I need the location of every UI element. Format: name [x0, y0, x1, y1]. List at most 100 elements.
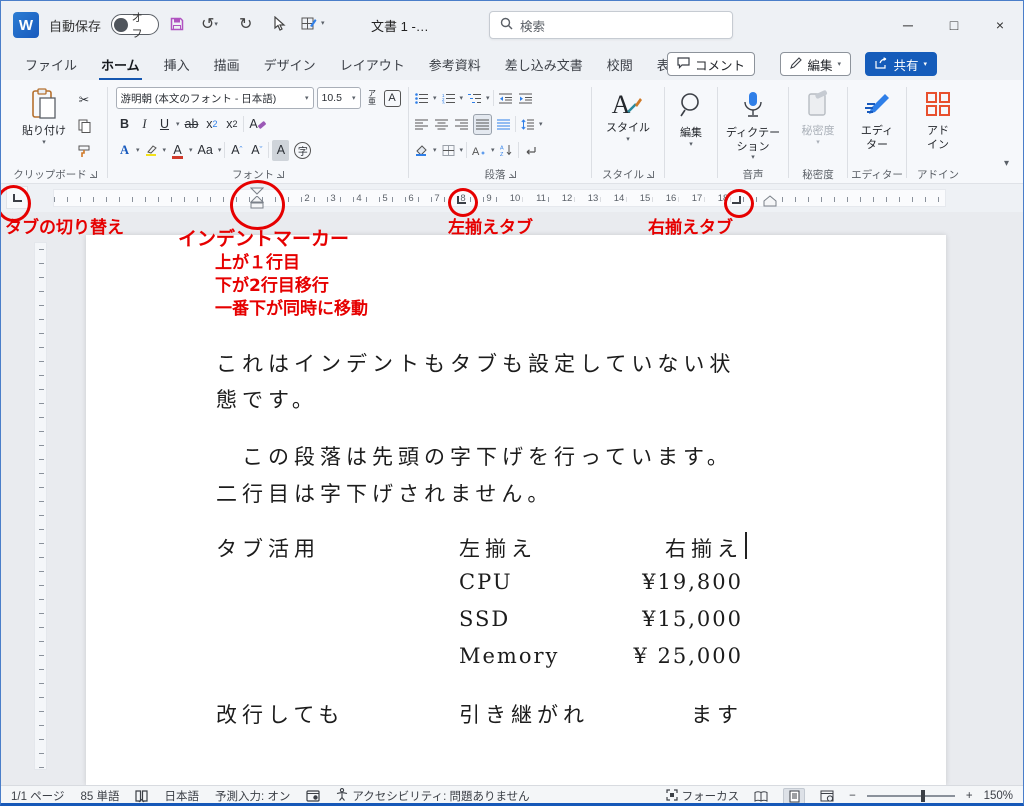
hanging-indent-marker[interactable] — [250, 196, 264, 209]
increase-indent-button[interactable] — [517, 88, 534, 109]
distribute-button[interactable] — [495, 114, 512, 135]
chevron-down-icon: ▾ — [539, 121, 543, 128]
change-case-button[interactable]: Aa — [196, 140, 215, 161]
dictation-button[interactable]: ディクテーション ▾ — [717, 85, 789, 164]
undo-button[interactable]: ↺▾ — [201, 14, 218, 34]
horizontal-ruler[interactable]: 23456789101112131415161718 — [53, 189, 946, 207]
font-size-select[interactable]: 10.5 ▾ — [317, 87, 361, 109]
show-formatting-marks-button[interactable] — [522, 140, 539, 161]
justify-button[interactable] — [473, 114, 492, 135]
language-indicator[interactable]: 日本語 — [164, 788, 199, 804]
search-input[interactable]: 検索 — [489, 11, 733, 39]
chevron-down-icon: ▾ — [163, 147, 167, 154]
strikethrough-button[interactable]: ab — [183, 114, 201, 135]
vertical-ruler[interactable] — [34, 242, 47, 770]
align-right-button[interactable] — [453, 114, 470, 135]
page-indicator[interactable]: 1/1 ページ — [11, 788, 64, 804]
clipboard-dialog-launcher[interactable] — [90, 171, 97, 178]
first-line-indent-marker[interactable] — [250, 187, 264, 195]
borders-button[interactable] — [440, 140, 457, 161]
clear-formatting-button[interactable]: A — [247, 114, 268, 135]
zoom-out-button[interactable]: − — [849, 790, 856, 802]
tab-design[interactable]: デザイン — [252, 50, 328, 79]
focus-mode-button[interactable]: フォーカス — [666, 788, 740, 804]
share-button[interactable]: 共有 ▾ — [865, 52, 937, 76]
decrease-indent-button[interactable] — [497, 88, 514, 109]
superscript-button[interactable]: x2 — [223, 114, 240, 135]
accessibility-status[interactable]: アクセシビリティ: 問題ありません — [336, 788, 529, 804]
redo-button[interactable]: ↻ — [239, 14, 252, 34]
print-layout-button[interactable] — [783, 788, 805, 805]
maximize-button[interactable]: □ — [931, 1, 977, 49]
shading-button[interactable] — [413, 140, 430, 161]
multilevel-list-button[interactable] — [466, 88, 483, 109]
line-spacing-button[interactable] — [519, 114, 536, 135]
tab-review[interactable]: 校閲 — [595, 50, 645, 79]
character-shading-button[interactable]: A — [272, 140, 289, 161]
subscript-button[interactable]: x2 — [203, 114, 220, 135]
table-row-c3: ¥ 25,000 — [501, 644, 743, 668]
editing-button[interactable]: 編集 ▾ — [673, 85, 709, 151]
tab-insert[interactable]: 挿入 — [152, 50, 202, 79]
table-draw-icon[interactable]: ▾ — [301, 16, 325, 31]
editing-mode-button[interactable]: 編集 ▾ — [780, 52, 851, 76]
character-border-button[interactable]: A — [384, 90, 401, 107]
enclose-characters-button[interactable]: 字 — [292, 140, 313, 161]
close-button[interactable]: × — [977, 1, 1023, 49]
save-icon[interactable] — [169, 16, 185, 32]
proofing-icon[interactable] — [135, 790, 148, 803]
comments-button[interactable]: コメント — [667, 52, 755, 76]
numbered-list-button[interactable]: 123 — [440, 88, 457, 109]
shrink-font-button[interactable]: Aˇ — [248, 140, 265, 161]
italic-button[interactable]: I — [136, 114, 153, 135]
tab-draw[interactable]: 描画 — [202, 50, 252, 79]
font-name-select[interactable]: 游明朝 (本文のフォント - 日本語) ▾ — [116, 87, 314, 109]
pointer-mode-icon[interactable] — [273, 16, 286, 31]
word-logo-icon[interactable]: W — [13, 12, 39, 38]
styles-button[interactable]: A スタイル ▾ — [601, 85, 655, 146]
document-title: 文書 1 -… — [371, 16, 429, 35]
right-tab-stop-marker[interactable] — [732, 196, 741, 204]
format-painter-button[interactable] — [75, 141, 93, 162]
zoom-slider[interactable] — [867, 795, 955, 797]
copy-button[interactable] — [75, 115, 93, 136]
macro-record-icon[interactable] — [306, 790, 320, 802]
align-left-button[interactable] — [413, 114, 430, 135]
word-count[interactable]: 85 単語 — [80, 788, 119, 804]
tab-mailings[interactable]: 差し込み文書 — [493, 50, 595, 79]
read-mode-button[interactable] — [750, 788, 772, 805]
align-center-button[interactable] — [433, 114, 450, 135]
zoom-in-button[interactable]: + — [966, 790, 973, 802]
bullet-list-button[interactable] — [413, 88, 430, 109]
highlight-color-button[interactable] — [143, 140, 160, 161]
asian-layout-button[interactable]: A — [470, 140, 488, 161]
tab-references[interactable]: 参考資料 — [417, 50, 493, 79]
editor-button[interactable]: エディター — [854, 85, 900, 155]
text-prediction-indicator[interactable]: 予測入力: オン — [215, 788, 290, 804]
font-color-button[interactable]: A — [169, 140, 186, 161]
right-indent-marker[interactable] — [763, 195, 777, 207]
underline-button[interactable]: U — [156, 114, 173, 135]
left-tab-stop-marker[interactable] — [457, 196, 466, 204]
bold-button[interactable]: B — [116, 114, 133, 135]
collapse-ribbon-icon[interactable]: ▾ — [1004, 159, 1009, 169]
tab-selector-button[interactable] — [6, 186, 28, 209]
text-effects-button[interactable]: A — [116, 140, 133, 161]
tab-layout[interactable]: レイアウト — [328, 50, 417, 79]
paste-button[interactable]: 貼り付け ▾ — [17, 85, 71, 162]
tab-home[interactable]: ホーム — [89, 50, 152, 79]
zoom-slider-thumb[interactable] — [921, 790, 925, 802]
tab-file[interactable]: ファイル — [13, 50, 89, 79]
grow-font-button[interactable]: Aˆ — [228, 140, 245, 161]
web-layout-button[interactable] — [816, 788, 838, 805]
cut-button[interactable]: ✂ — [75, 89, 93, 110]
font-dialog-launcher[interactable] — [277, 171, 284, 178]
phonetic-guide-button[interactable]: ア亜 — [364, 88, 381, 109]
minimize-button[interactable]: ─ — [885, 1, 931, 49]
autosave-toggle[interactable]: オフ — [111, 14, 159, 35]
styles-dialog-launcher[interactable] — [647, 171, 654, 178]
addins-button[interactable]: アドイン — [919, 85, 957, 155]
paragraph-dialog-launcher[interactable] — [509, 171, 516, 178]
sort-button[interactable]: AZ — [498, 140, 515, 161]
zoom-level[interactable]: 150% — [984, 790, 1013, 802]
